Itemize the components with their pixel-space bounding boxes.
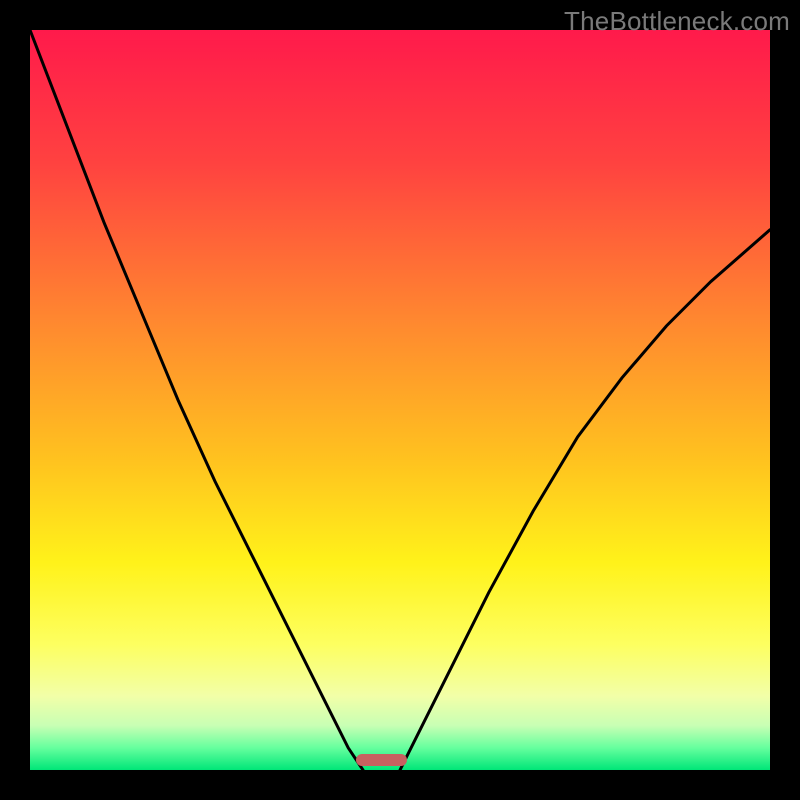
watermark-text: TheBottleneck.com <box>564 6 790 37</box>
plot-area <box>30 30 770 770</box>
curve-left <box>30 30 363 770</box>
bottleneck-marker <box>356 754 408 766</box>
curve-right <box>400 230 770 770</box>
curves-svg <box>30 30 770 770</box>
chart-frame: TheBottleneck.com <box>0 0 800 800</box>
